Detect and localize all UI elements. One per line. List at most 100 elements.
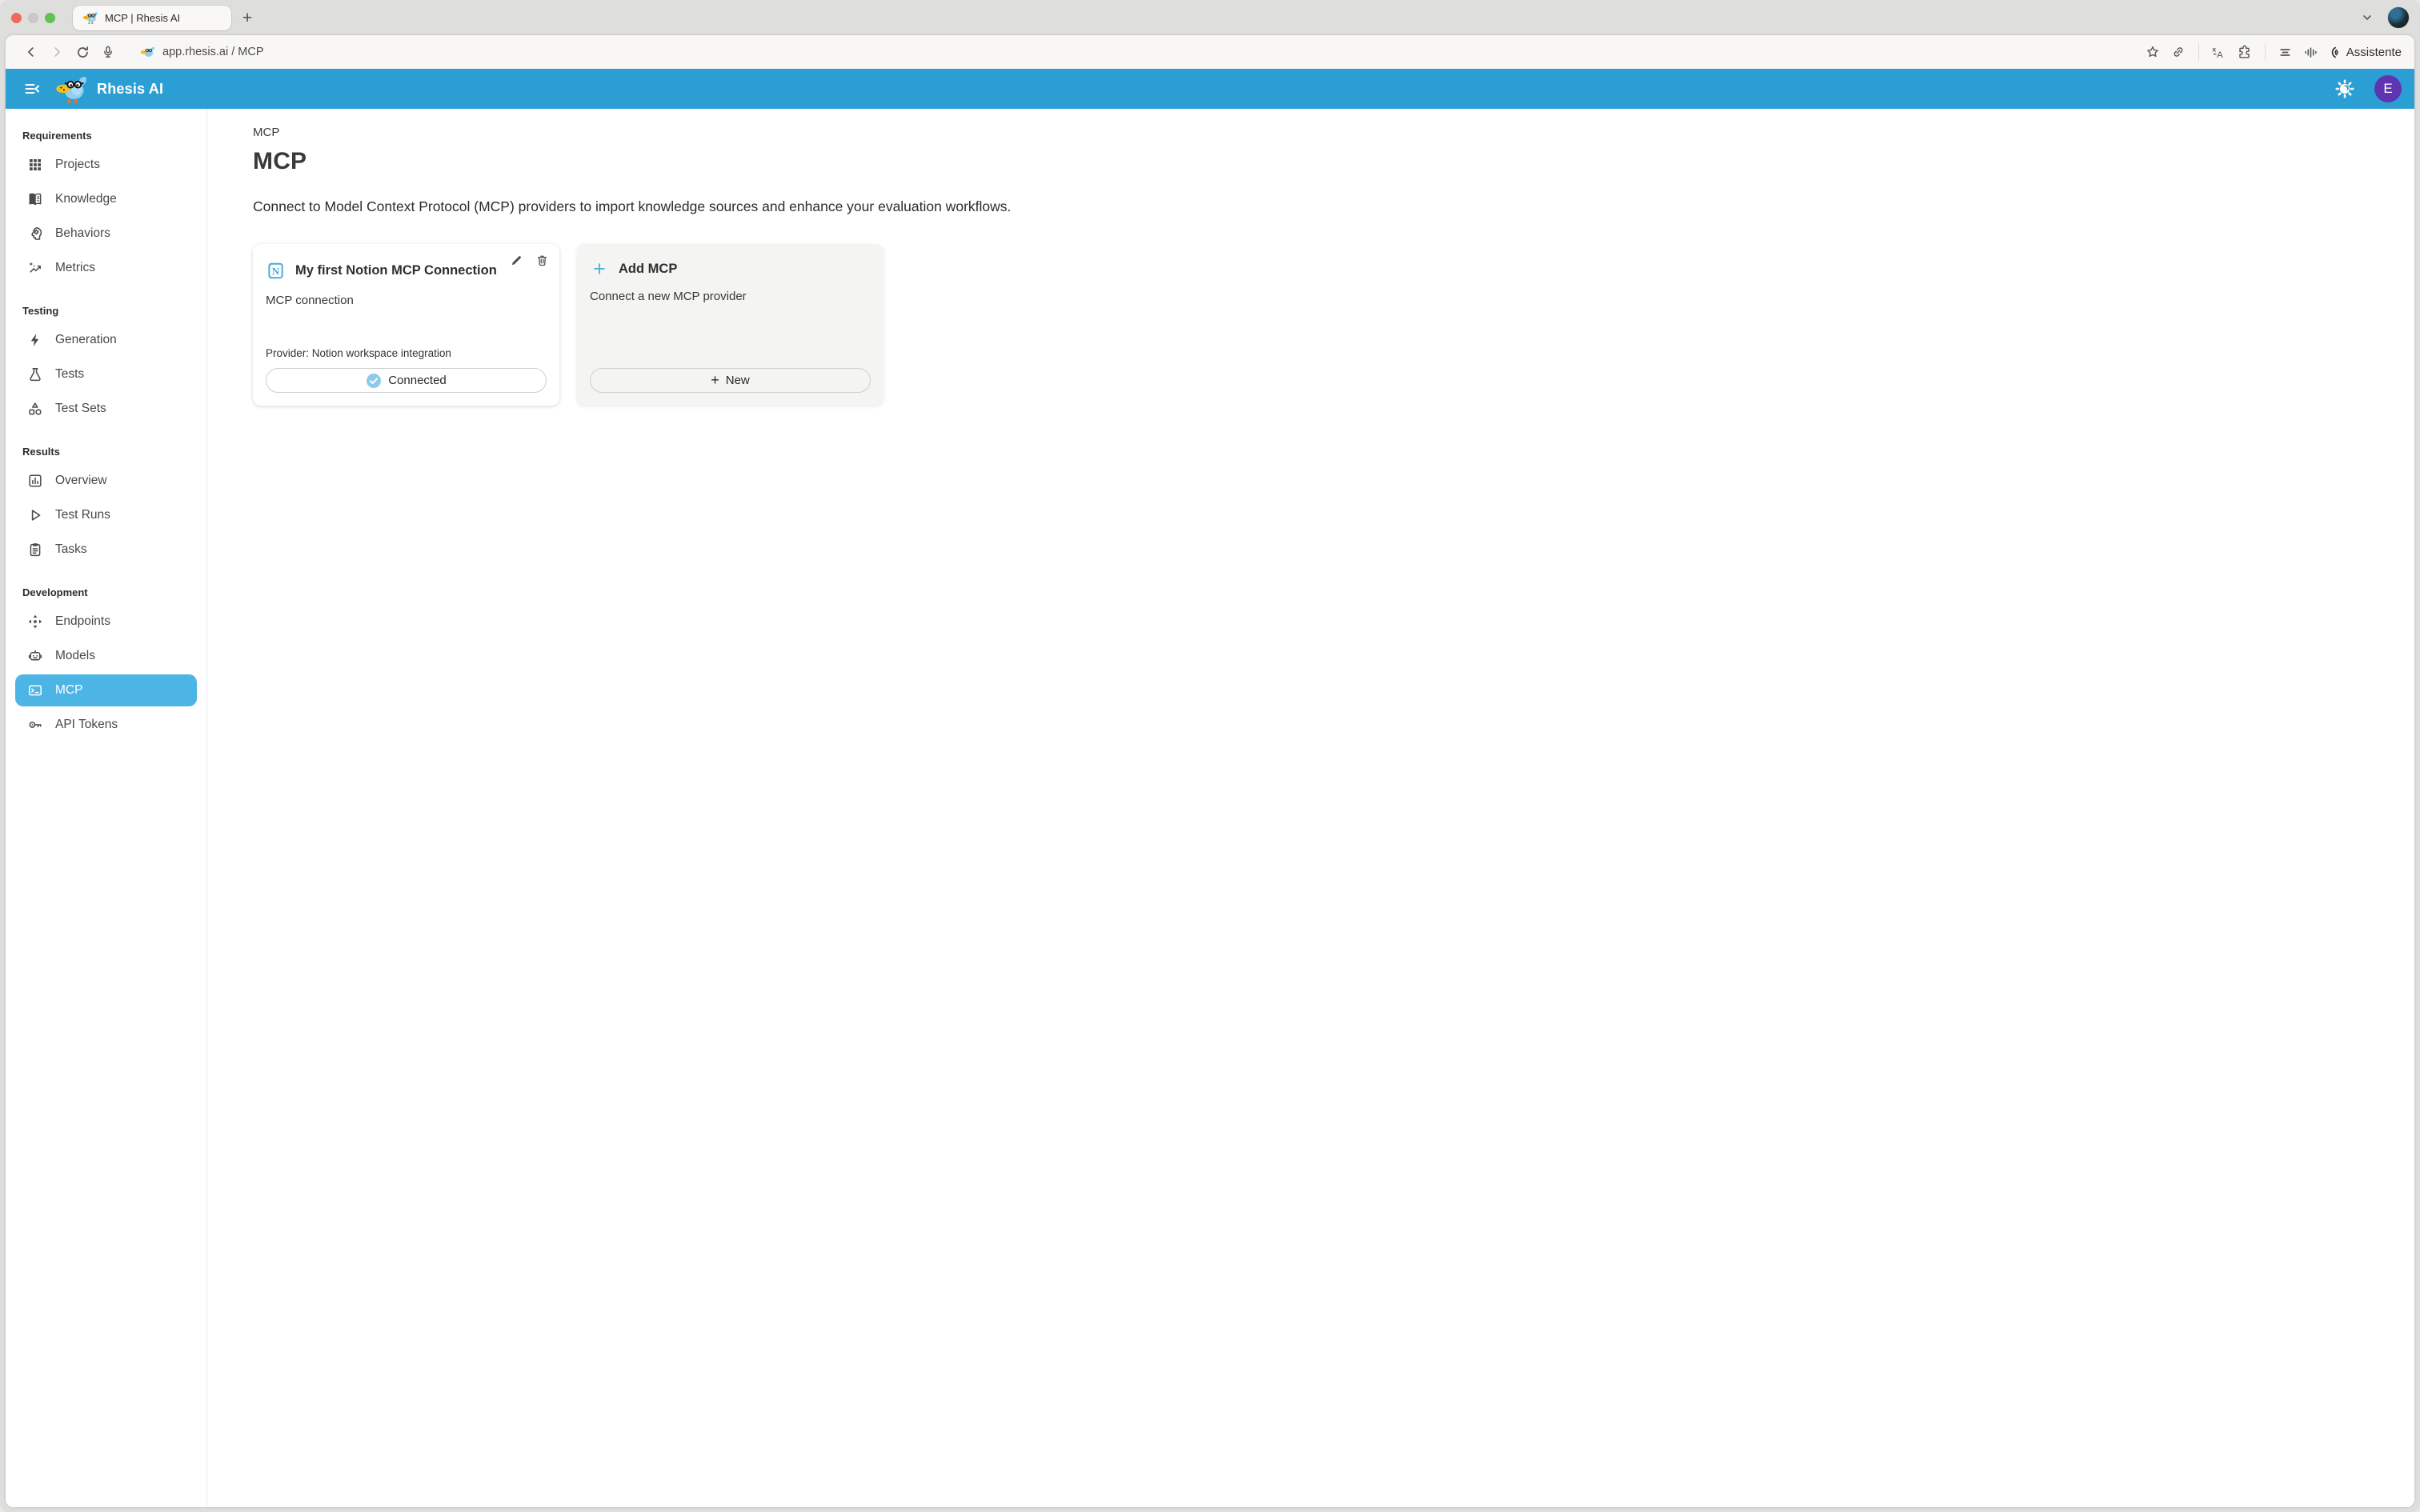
connected-status-label: Connected bbox=[388, 374, 447, 387]
sidebar-item-label: API Tokens bbox=[55, 718, 118, 732]
connection-card-subtitle: MCP connection bbox=[266, 294, 547, 307]
add-card-subtitle: Connect a new MCP provider bbox=[590, 290, 871, 303]
sidebar-item-label: Endpoints bbox=[55, 614, 110, 629]
add-mcp-card[interactable]: + Add MCP Connect a new MCP provider + N… bbox=[577, 244, 883, 406]
lightning-icon bbox=[27, 332, 43, 348]
sidebar: Requirements Projects Knowledge bbox=[6, 109, 207, 1507]
page-title: MCP bbox=[253, 148, 2382, 175]
flask-icon bbox=[27, 366, 43, 382]
notion-icon: N bbox=[266, 261, 286, 281]
sidebar-item-test-sets[interactable]: Test Sets bbox=[15, 393, 197, 425]
grid-icon bbox=[27, 157, 43, 173]
window-minimize-button[interactable] bbox=[28, 13, 38, 23]
bar-chart-icon bbox=[27, 473, 43, 489]
sidebar-item-label: Generation bbox=[55, 333, 117, 347]
app-header: Rhesis AI E bbox=[6, 69, 2414, 109]
sidebar-item-knowledge[interactable]: Knowledge bbox=[15, 183, 197, 215]
sidebar-item-api-tokens[interactable]: API Tokens bbox=[15, 709, 197, 741]
forward-button[interactable] bbox=[44, 39, 70, 65]
sidebar-collapse-menu-icon[interactable] bbox=[18, 75, 46, 102]
mcp-connection-card: N My first Notion MCP Connection MCP con… bbox=[253, 244, 559, 406]
window-close-button[interactable] bbox=[11, 13, 22, 23]
tab-title: MCP | Rhesis AI bbox=[105, 12, 180, 24]
address-bar[interactable]: app.rhesis.ai / MCP bbox=[140, 46, 264, 59]
sidebar-item-label: Projects bbox=[55, 158, 100, 172]
delete-trash-icon[interactable] bbox=[535, 254, 549, 267]
sidebar-item-label: Tests bbox=[55, 367, 84, 382]
new-mcp-button[interactable]: + New bbox=[590, 368, 871, 393]
translate-icon[interactable]: xA bbox=[2206, 39, 2232, 65]
sidebar-item-overview[interactable]: Overview bbox=[15, 465, 197, 497]
play-icon bbox=[27, 507, 43, 523]
assistant-label: Assistente bbox=[2346, 46, 2402, 59]
sidebar-item-label: MCP bbox=[55, 683, 82, 698]
back-button[interactable] bbox=[18, 39, 44, 65]
section-label-requirements: Requirements bbox=[6, 120, 206, 146]
hub-arrows-icon bbox=[27, 614, 43, 630]
connection-card-title: My first Notion MCP Connection bbox=[295, 263, 497, 278]
toolbar-divider bbox=[2265, 43, 2266, 61]
url-favicon-icon bbox=[140, 46, 155, 59]
add-plus-icon: + bbox=[590, 261, 609, 277]
breadcrumb: MCP bbox=[253, 126, 2382, 139]
assistant-waves-icon bbox=[2326, 45, 2341, 60]
microphone-icon[interactable] bbox=[95, 39, 121, 65]
sidebar-item-models[interactable]: Models bbox=[15, 640, 197, 672]
assistant-button[interactable]: Assistente bbox=[2326, 45, 2402, 60]
sidebar-item-tests[interactable]: Tests bbox=[15, 358, 197, 390]
brand[interactable]: Rhesis AI bbox=[55, 74, 163, 103]
section-label-development: Development bbox=[6, 577, 206, 603]
sidebar-item-label: Behaviors bbox=[55, 226, 110, 241]
svg-text:x: x bbox=[2213, 45, 2217, 53]
bookmark-star-icon[interactable] bbox=[2140, 39, 2166, 65]
shapes-icon bbox=[27, 401, 43, 417]
sidebar-item-tasks[interactable]: Tasks bbox=[15, 534, 197, 566]
browser-tab[interactable]: MCP | Rhesis AI bbox=[73, 6, 231, 30]
terminal-icon bbox=[27, 682, 43, 698]
main-content: MCP MCP Connect to Model Context Protoco… bbox=[207, 109, 2414, 1507]
voice-waveform-icon[interactable] bbox=[2298, 39, 2324, 65]
edit-pencil-icon[interactable] bbox=[510, 254, 523, 267]
section-label-testing: Testing bbox=[6, 295, 206, 322]
sidebar-item-metrics[interactable]: Metrics bbox=[15, 252, 197, 284]
plus-icon: + bbox=[711, 373, 719, 387]
copy-link-icon[interactable] bbox=[2166, 39, 2191, 65]
reader-mode-icon[interactable] bbox=[2273, 39, 2298, 65]
robot-icon bbox=[27, 648, 43, 664]
svg-text:N: N bbox=[272, 265, 280, 277]
connected-check-icon bbox=[366, 373, 382, 389]
app-title: Rhesis AI bbox=[97, 81, 163, 98]
sidebar-item-label: Models bbox=[55, 649, 95, 663]
sidebar-item-test-runs[interactable]: Test Runs bbox=[15, 499, 197, 531]
reload-button[interactable] bbox=[70, 39, 95, 65]
sidebar-item-generation[interactable]: Generation bbox=[15, 324, 197, 356]
add-card-title: Add MCP bbox=[619, 262, 677, 277]
tab-list-chevron-icon[interactable] bbox=[2361, 11, 2374, 24]
sparkline-icon bbox=[27, 260, 43, 276]
page-description: Connect to Model Context Protocol (MCP) … bbox=[253, 198, 2382, 215]
window-zoom-button[interactable] bbox=[45, 13, 55, 23]
new-button-label: New bbox=[726, 374, 750, 387]
extensions-puzzle-icon[interactable] bbox=[2232, 39, 2258, 65]
sidebar-item-label: Tasks bbox=[55, 542, 87, 557]
sidebar-item-label: Overview bbox=[55, 474, 107, 488]
sidebar-item-label: Test Runs bbox=[55, 508, 110, 522]
sidebar-item-projects[interactable]: Projects bbox=[15, 149, 197, 181]
user-avatar[interactable]: E bbox=[2374, 75, 2402, 102]
browser-window: MCP | Rhesis AI + bbox=[0, 0, 2420, 1512]
svg-text:A: A bbox=[2217, 50, 2223, 60]
sidebar-item-mcp[interactable]: MCP bbox=[15, 674, 197, 706]
sidebar-item-label: Knowledge bbox=[55, 192, 117, 206]
toolbar-divider bbox=[2198, 43, 2199, 61]
section-label-results: Results bbox=[6, 436, 206, 462]
connection-provider: Provider: Notion workspace integration bbox=[266, 347, 547, 359]
key-icon bbox=[27, 717, 43, 733]
new-tab-button[interactable]: + bbox=[242, 10, 252, 26]
site-favicon-icon bbox=[82, 10, 98, 25]
sidebar-item-endpoints[interactable]: Endpoints bbox=[15, 606, 197, 638]
sidebar-item-behaviors[interactable]: Behaviors bbox=[15, 218, 197, 250]
browser-toolbar: app.rhesis.ai / MCP xA bbox=[6, 35, 2414, 69]
connected-status-button[interactable]: Connected bbox=[266, 368, 547, 393]
browser-profile-avatar[interactable] bbox=[2388, 7, 2409, 28]
theme-toggle-icon[interactable] bbox=[2334, 78, 2355, 99]
